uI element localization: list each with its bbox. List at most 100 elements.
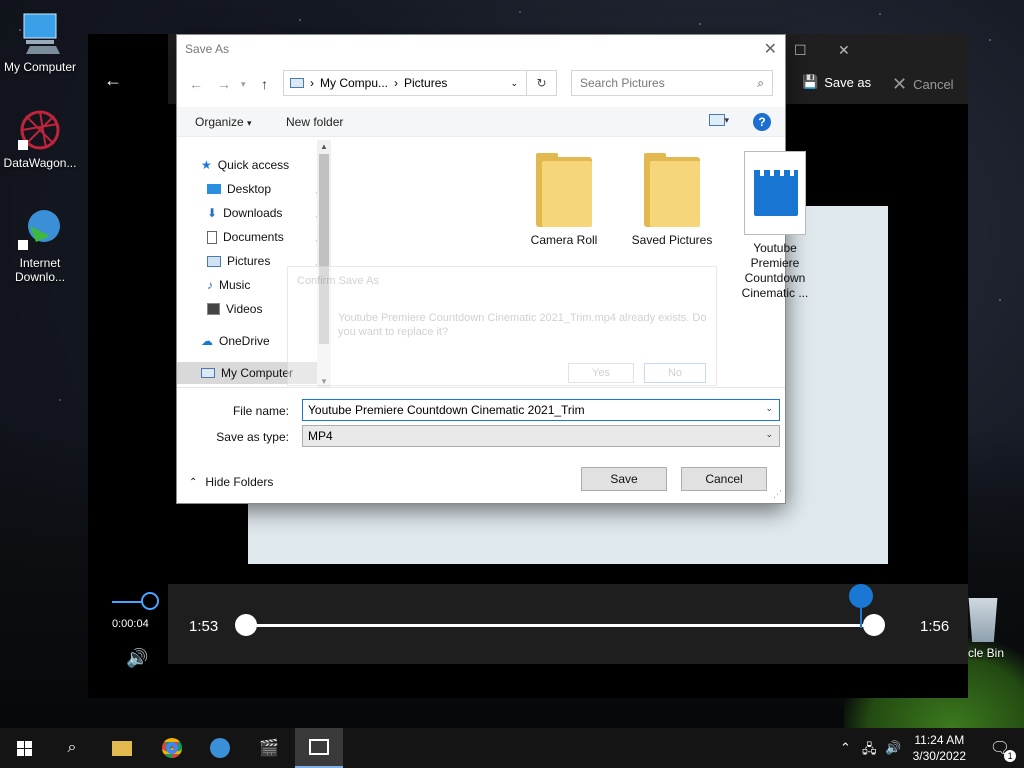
notification-count: 1 <box>1004 750 1017 762</box>
chevron-down-icon[interactable]: ⌄ <box>765 403 773 414</box>
taskbar-chrome[interactable] <box>148 728 196 768</box>
save-as-label: Save as <box>824 74 872 90</box>
app-back-area <box>88 64 168 104</box>
recycle-bin-icon <box>968 598 998 642</box>
nav-downloads[interactable]: ⬇Downloads📌 <box>207 202 327 224</box>
taskbar-photos[interactable] <box>295 728 343 768</box>
refresh-icon: ↻ <box>536 76 547 90</box>
folder-icon <box>112 740 132 756</box>
nav-label: Documents <box>223 230 284 244</box>
cancel-x-icon: ✕ <box>892 74 908 94</box>
address-bar[interactable]: › My Compu... › Pictures ⌄ <box>283 70 527 96</box>
new-folder-button[interactable]: New folder <box>286 115 343 129</box>
trim-timeline[interactable]: 1:53 1:56 <box>168 584 968 664</box>
breadcrumb-folder[interactable]: Pictures <box>404 76 447 90</box>
address-row: ← → ▾ ↑ › My Compu... › Pictures ⌄ ↻ Sea… <box>177 67 785 101</box>
cancel-button[interactable]: Cancel <box>681 467 767 491</box>
nav-label: Videos <box>226 302 263 316</box>
chevron-down-icon: ▾ <box>247 118 252 128</box>
nav-label: My Computer <box>221 366 294 380</box>
desktop-icon-my-computer[interactable]: My Computer <box>0 10 80 74</box>
taskbar-video-editor[interactable]: 🎬 <box>245 728 293 768</box>
seek-handle[interactable] <box>141 592 159 610</box>
windows-logo-icon <box>16 740 32 756</box>
recent-dropdown-icon[interactable]: ▾ <box>241 79 246 90</box>
start-button[interactable] <box>0 728 48 768</box>
notification-center-button[interactable]: 🗨 1 <box>976 728 1024 768</box>
folder-icon <box>644 153 700 227</box>
forward-icon[interactable]: → <box>217 76 231 92</box>
trim-end-handle[interactable] <box>863 614 885 636</box>
address-computer-icon <box>290 78 304 88</box>
hide-folders-label: Hide Folders <box>205 475 274 489</box>
playhead-handle[interactable] <box>849 584 873 608</box>
refresh-button[interactable]: ↻ <box>527 70 557 96</box>
up-icon[interactable]: ↑ <box>261 76 268 92</box>
save-as-action[interactable]: 💾 Save as <box>802 74 871 90</box>
document-icon <box>207 230 217 244</box>
file-item-camera-roll[interactable]: Camera Roll <box>514 153 614 248</box>
chevron-up-icon[interactable]: ⌃ <box>840 740 851 756</box>
breadcrumb-root[interactable]: My Compu... <box>320 76 388 90</box>
desktop-icon-datawagon[interactable]: DataWagon... <box>0 106 80 170</box>
save-icon: 💾 <box>802 74 819 89</box>
save-button[interactable]: Save <box>581 467 667 491</box>
divider <box>177 387 785 388</box>
ghost-yes-button: Yes <box>568 363 634 383</box>
file-name: Camera Roll <box>530 233 598 247</box>
scroll-up-icon[interactable]: ▲ <box>320 142 328 151</box>
idm-globe-icon <box>210 738 230 758</box>
nav-label: Pictures <box>227 254 271 268</box>
nav-label: Music <box>219 278 251 292</box>
playback-controls: 0:00:04 🔊 <box>88 584 168 684</box>
search-taskbar-button[interactable]: ⌕ <box>48 728 96 768</box>
chevron-down-icon[interactable]: ▾ <box>724 115 729 126</box>
file-name-input[interactable]: Youtube Premiere Countdown Cinematic 202… <box>302 399 780 421</box>
save-type-value: MP4 <box>308 429 333 443</box>
dialog-title: Save As <box>185 42 230 56</box>
nav-label: OneDrive <box>219 334 270 348</box>
maximize-icon[interactable]: ☐ <box>794 42 807 59</box>
desktop-icon <box>207 184 221 194</box>
confirm-save-as-ghost: Confirm Save As Youtube Premiere Countdo… <box>287 266 717 386</box>
close-icon[interactable]: ✕ <box>838 42 850 59</box>
notification-icon: 🗨 1 <box>990 738 1017 762</box>
nav-documents[interactable]: Documents📌 <box>207 226 327 248</box>
save-type-select[interactable]: MP4 ⌄ <box>302 425 780 447</box>
help-icon[interactable]: ? <box>753 113 771 131</box>
desktop-icon-internet-download[interactable]: Internet Downlo... <box>0 206 80 284</box>
speaker-icon[interactable]: 🔊 <box>885 740 901 756</box>
search-icon: ⌕ <box>67 739 77 756</box>
file-item-video[interactable]: Youtube Premiere Countdown Cinematic ... <box>730 151 820 301</box>
trim-start-handle[interactable] <box>235 614 257 636</box>
desktop-icon-label: DataWagon... <box>3 156 77 170</box>
network-icon[interactable]: 🖧 <box>862 740 877 762</box>
back-icon[interactable]: ← <box>189 76 203 92</box>
cancel-action[interactable]: ✕ Cancel <box>892 74 954 95</box>
search-input[interactable]: Search Pictures ⌕ <box>571 70 773 96</box>
music-icon: ♪ <box>207 278 213 292</box>
nav-desktop[interactable]: Desktop📌 <box>207 178 327 200</box>
photos-icon <box>309 739 329 755</box>
nav-quick-access[interactable]: ★ Quick access <box>201 154 321 176</box>
trim-track[interactable] <box>245 624 875 627</box>
back-arrow-icon[interactable]: ← <box>104 70 122 91</box>
download-icon: ⬇ <box>207 206 218 220</box>
volume-icon[interactable]: 🔊 <box>126 648 148 669</box>
organize-button[interactable]: Organize ▾ <box>195 115 252 129</box>
folder-icon <box>536 153 592 227</box>
taskbar-file-explorer[interactable] <box>98 728 146 768</box>
computer-icon <box>16 10 64 58</box>
trim-start-time: 1:53 <box>189 618 219 635</box>
file-item-saved-pictures[interactable]: Saved Pictures <box>622 153 722 248</box>
taskbar-idm[interactable] <box>196 728 244 768</box>
taskbar-clock[interactable]: 11:24 AM 3/30/2022 <box>913 732 966 764</box>
view-options-icon[interactable] <box>709 114 725 126</box>
address-dropdown-icon[interactable]: ⌄ <box>510 78 518 89</box>
search-icon: ⌕ <box>757 76 764 90</box>
chevron-down-icon[interactable]: ⌄ <box>765 429 773 440</box>
resize-grip-icon[interactable]: ⋰ <box>773 489 782 500</box>
computer-icon <box>201 368 215 378</box>
dialog-close-icon[interactable]: ✕ <box>764 39 777 59</box>
hide-folders-toggle[interactable]: ⌃ Hide Folders <box>189 475 273 489</box>
